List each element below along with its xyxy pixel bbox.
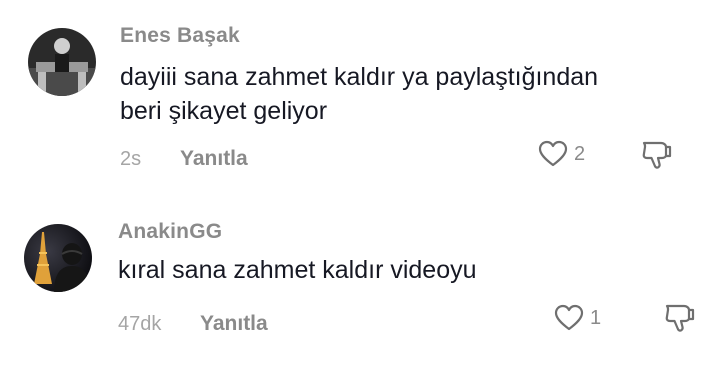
- avatar[interactable]: [28, 28, 96, 96]
- comment-item: AnakinGG kıral sana zahmet kaldır videoy…: [0, 195, 720, 388]
- like-button[interactable]: 1: [554, 304, 601, 332]
- comment-text-line: beri şikayet geliyor: [120, 97, 328, 125]
- comment-username[interactable]: AnakinGG: [118, 220, 222, 244]
- avatar-image: [28, 28, 96, 96]
- like-count: 1: [590, 306, 602, 329]
- heart-outline-icon: [554, 304, 584, 331]
- comment-text-line: dayiii sana zahmet kaldır ya paylaştığın…: [120, 63, 599, 91]
- reply-button[interactable]: Yanıtla: [180, 147, 248, 171]
- comment-item: Enes Başak dayiii sana zahmet kaldır ya …: [0, 0, 720, 195]
- heart-outline-icon: [538, 140, 568, 167]
- dislike-button[interactable]: [663, 303, 697, 338]
- like-button[interactable]: 2: [538, 140, 585, 168]
- comment-username[interactable]: Enes Başak: [120, 24, 240, 48]
- reply-button[interactable]: Yanıtla: [200, 312, 268, 336]
- thumbs-down-icon: [642, 141, 672, 169]
- avatar-image: [24, 224, 92, 292]
- avatar[interactable]: [24, 224, 92, 292]
- dislike-button[interactable]: [640, 140, 674, 175]
- thumbs-down-icon: [665, 304, 695, 332]
- comment-time: 47dk: [118, 313, 162, 335]
- like-count: 2: [574, 142, 586, 165]
- comment-time: 2s: [120, 148, 142, 170]
- comment-text-line: kıral sana zahmet kaldır videoyu: [118, 256, 477, 284]
